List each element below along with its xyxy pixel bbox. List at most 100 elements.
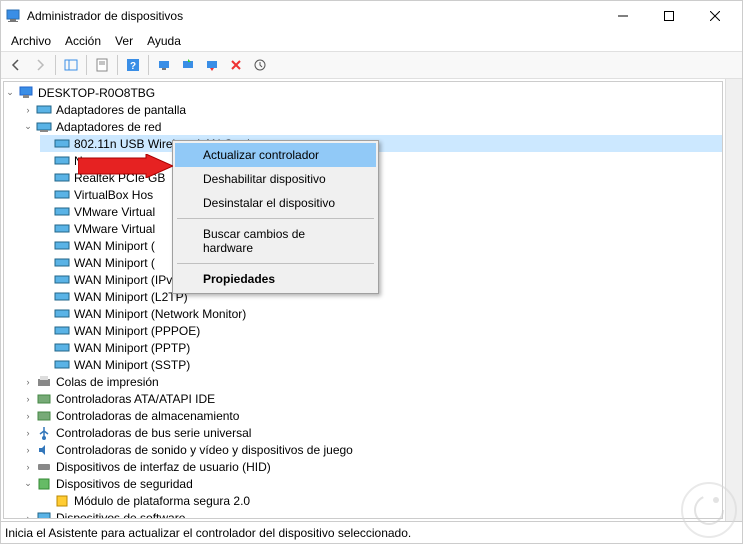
expand-icon[interactable]: ›	[22, 461, 34, 473]
tree-item-tpm[interactable]: Módulo de plataforma segura 2.0	[40, 492, 722, 509]
app-icon	[5, 8, 21, 24]
tree-item-wan-pppoe[interactable]: WAN Miniport (PPPOE)	[40, 322, 722, 339]
menu-help[interactable]: Ayuda	[141, 32, 187, 50]
tree-label: Módulo de plataforma segura 2.0	[74, 494, 250, 508]
storage-controller-icon	[36, 408, 52, 424]
tree-label: WAN Miniport (IPv6)	[74, 273, 183, 287]
tree-item-vbox[interactable]: VirtualBox Hos	[40, 186, 722, 203]
expand-icon[interactable]: ›	[22, 393, 34, 405]
tree-item-wifi[interactable]: 802.11n USB Wireless LAN Card	[40, 135, 722, 152]
network-adapter-icon	[54, 153, 70, 169]
titlebar: Administrador de dispositivos	[1, 1, 742, 31]
separator	[177, 218, 374, 219]
tree-item-realtek[interactable]: Realtek PCIe GB	[40, 169, 722, 186]
tree-label: Dispositivos de software	[56, 511, 185, 520]
window-title: Administrador de dispositivos	[27, 9, 600, 23]
network-adapter-icon	[54, 323, 70, 339]
ctx-scan-hardware[interactable]: Buscar cambios de hardware	[175, 222, 376, 260]
tree-item-npcap[interactable]: Npcap	[40, 152, 722, 169]
forward-button[interactable]	[29, 54, 51, 76]
tpm-icon	[54, 493, 70, 509]
refresh-button[interactable]	[249, 54, 271, 76]
computer-icon	[18, 85, 34, 101]
tree-label: VMware Virtual	[74, 205, 155, 219]
network-adapter-icon	[54, 170, 70, 186]
tree-category-display[interactable]: › Adaptadores de pantalla	[22, 101, 722, 118]
tree-label: VMware Virtual	[74, 222, 155, 236]
expand-icon[interactable]: ›	[22, 512, 34, 520]
tree-item-wan-ipv6[interactable]: WAN Miniport (IPv6)	[40, 271, 722, 288]
expand-icon[interactable]: ›	[22, 444, 34, 456]
expand-icon[interactable]: ›	[22, 427, 34, 439]
expand-icon[interactable]: ›	[22, 104, 34, 116]
context-menu: Actualizar controlador Deshabilitar disp…	[172, 140, 379, 294]
tree-label: Controladoras de sonido y vídeo y dispos…	[56, 443, 353, 457]
tree-label: WAN Miniport (	[74, 239, 155, 253]
properties-button[interactable]	[91, 54, 113, 76]
tree-category-network[interactable]: ⌄Adaptadores de red	[22, 118, 722, 135]
network-adapter-icon	[54, 340, 70, 356]
tree-item-wan-pptp[interactable]: WAN Miniport (PPTP)	[40, 339, 722, 356]
tree-item-wan1[interactable]: WAN Miniport (	[40, 237, 722, 254]
uninstall-device-button[interactable]	[225, 54, 247, 76]
network-adapter-icon	[54, 289, 70, 305]
update-driver-button[interactable]	[177, 54, 199, 76]
printer-icon	[36, 374, 52, 390]
tree-item-vmware2[interactable]: VMware Virtual	[40, 220, 722, 237]
tree-item-wan-sstp[interactable]: WAN Miniport (SSTP)	[40, 356, 722, 373]
tree-item-wan-l2tp[interactable]: WAN Miniport (L2TP)	[40, 288, 722, 305]
tree-root[interactable]: ⌄ DESKTOP-R0O8TBG	[4, 84, 722, 101]
menu-action[interactable]: Acción	[59, 32, 107, 50]
tree-item-wan2[interactable]: WAN Miniport (	[40, 254, 722, 271]
vertical-scrollbar[interactable]	[725, 79, 742, 521]
show-hide-tree-button[interactable]	[60, 54, 82, 76]
tree-label: Controladoras de almacenamiento	[56, 409, 239, 423]
collapse-icon[interactable]: ⌄	[22, 121, 34, 133]
tree-label: DESKTOP-R0O8TBG	[38, 86, 155, 100]
menubar: Archivo Acción Ver Ayuda	[1, 31, 742, 51]
separator	[177, 263, 374, 264]
ctx-update-driver[interactable]: Actualizar controlador	[175, 143, 376, 167]
tree-item-vmware1[interactable]: VMware Virtual	[40, 203, 722, 220]
svg-text:?: ?	[130, 61, 136, 72]
tree-category-security[interactable]: ⌄ Dispositivos de seguridad	[22, 475, 722, 492]
tree-label: Realtek PCIe GB	[74, 171, 165, 185]
tree-category-hid[interactable]: ›Dispositivos de interfaz de usuario (HI…	[22, 458, 722, 475]
collapse-icon[interactable]: ⌄	[22, 478, 34, 490]
scan-hardware-button[interactable]	[153, 54, 175, 76]
ctx-uninstall-device[interactable]: Desinstalar el dispositivo	[175, 191, 376, 215]
tree-label: Adaptadores de pantalla	[56, 103, 186, 117]
back-button[interactable]	[5, 54, 27, 76]
tree-label: WAN Miniport (PPPOE)	[74, 324, 200, 338]
ctx-disable-device[interactable]: Deshabilitar dispositivo	[175, 167, 376, 191]
close-button[interactable]	[692, 1, 738, 31]
menu-file[interactable]: Archivo	[5, 32, 57, 50]
toolbar: ?	[1, 51, 742, 79]
tree-category-printqueues[interactable]: ›Colas de impresión	[22, 373, 722, 390]
disable-device-button[interactable]	[201, 54, 223, 76]
tree-category-storage[interactable]: › Controladoras de almacenamiento	[22, 407, 722, 424]
menu-view[interactable]: Ver	[109, 32, 139, 50]
ctx-properties[interactable]: Propiedades	[175, 267, 376, 291]
maximize-button[interactable]	[646, 1, 692, 31]
expand-icon[interactable]: ›	[22, 410, 34, 422]
tree-item-wan-netmon[interactable]: WAN Miniport (Network Monitor)	[40, 305, 722, 322]
statusbar: Inicia el Asistente para actualizar el c…	[1, 521, 742, 543]
tree-label: WAN Miniport (SSTP)	[74, 358, 190, 372]
tree-label: WAN Miniport (PPTP)	[74, 341, 190, 355]
ide-controller-icon	[36, 391, 52, 407]
expand-icon[interactable]: ›	[22, 376, 34, 388]
help-button[interactable]: ?	[122, 54, 144, 76]
display-adapter-icon	[36, 102, 52, 118]
hid-icon	[36, 459, 52, 475]
collapse-icon[interactable]: ⌄	[4, 87, 16, 99]
tree-category-sound[interactable]: › Controladoras de sonido y vídeo y dispo…	[22, 441, 722, 458]
tree-label: Controladoras de bus serie universal	[56, 426, 251, 440]
network-adapter-icon	[54, 357, 70, 373]
security-device-icon	[36, 476, 52, 492]
tree-category-usb[interactable]: › Controladoras de bus serie universal	[22, 424, 722, 441]
minimize-button[interactable]	[600, 1, 646, 31]
tree-category-ataide[interactable]: ›Controladoras ATA/ATAPI IDE	[22, 390, 722, 407]
tree-label: Dispositivos de seguridad	[56, 477, 193, 491]
tree-category-software[interactable]: › Dispositivos de software	[22, 509, 722, 519]
